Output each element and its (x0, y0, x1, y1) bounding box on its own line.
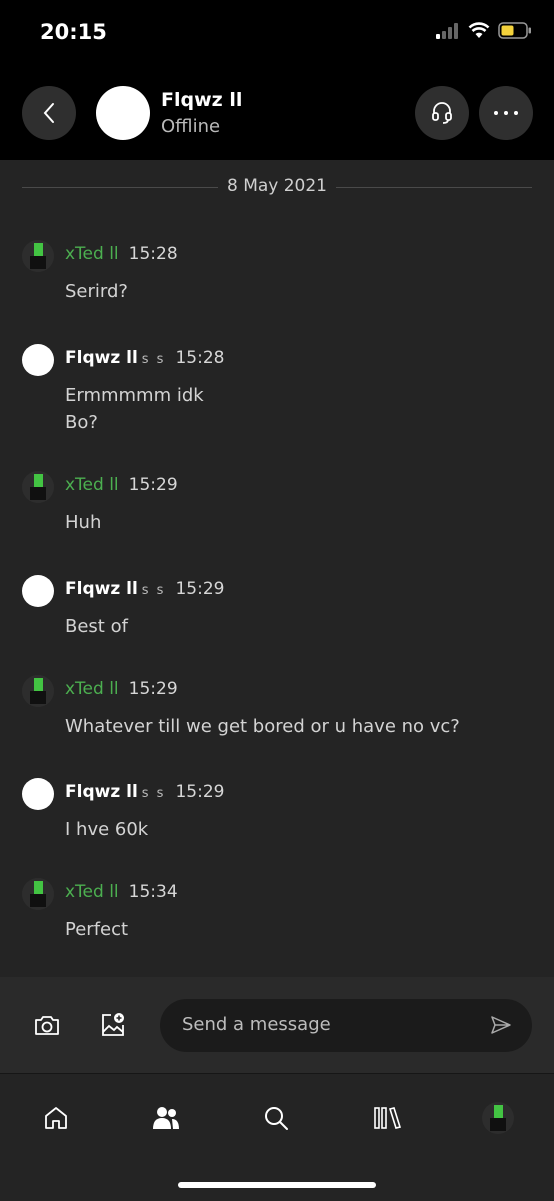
message-time: 15:28 (175, 348, 225, 368)
date-divider-text: 8 May 2021 (226, 176, 328, 196)
send-button[interactable] (490, 1015, 512, 1039)
headset-icon (432, 102, 452, 124)
status-icons (436, 22, 532, 39)
contact-status: Offline (161, 116, 221, 137)
sender-name[interactable]: xTed ll (65, 244, 119, 264)
message-item: xTed ll 15:29 Whatever till we get bored… (22, 675, 532, 745)
sender-suffix: s s (141, 583, 166, 598)
message-input[interactable]: Send a message (160, 999, 532, 1052)
nav-profile[interactable] (476, 1096, 520, 1140)
xted-avatar[interactable] (22, 675, 54, 707)
message-input-placeholder: Send a message (182, 1014, 331, 1035)
signal-icon (436, 22, 458, 39)
message-text: Ermmmmm idk (65, 385, 204, 406)
message-text: Whatever till we get bored or u have no … (65, 716, 460, 737)
message-time: 15:29 (175, 782, 225, 802)
add-image-button[interactable] (99, 1011, 127, 1043)
message-time: 15:29 (128, 475, 178, 495)
message-item: Flqwz ll s s 15:29 I hve 60k (22, 778, 532, 848)
nav-home[interactable] (34, 1096, 78, 1140)
message-composer: Send a message (0, 977, 554, 1073)
chevron-left-icon (43, 103, 54, 123)
camera-button[interactable] (34, 1013, 60, 1041)
xted-avatar[interactable] (22, 878, 54, 910)
profile-avatar (482, 1102, 514, 1134)
message-item: xTed ll 15:34 Perfect (22, 878, 532, 948)
more-horizontal-icon (494, 111, 518, 115)
sender-name[interactable]: Flqwz ll (65, 782, 138, 802)
contact-name[interactable]: Flqwz ll (161, 89, 242, 111)
message-item: xTed ll 15:28 Serird? (22, 240, 532, 310)
message-text: Huh (65, 512, 102, 533)
chat-header (0, 66, 554, 160)
contact-avatar[interactable] (96, 86, 150, 140)
status-bar: 20:15 (0, 0, 554, 66)
send-icon (491, 1016, 511, 1034)
flqwz-avatar[interactable] (22, 344, 54, 376)
search-icon (265, 1107, 288, 1130)
divider-line-right (336, 187, 532, 188)
add-image-icon (102, 1013, 124, 1036)
message-item: Flqwz ll s s 15:28 Ermmmmm idk Bo? (22, 344, 532, 439)
message-time: 15:34 (128, 882, 178, 902)
sender-name[interactable]: xTed ll (65, 882, 119, 902)
party-chat-button[interactable] (415, 86, 469, 140)
status-time: 20:15 (40, 20, 107, 44)
date-divider: 8 May 2021 (22, 174, 532, 200)
nav-search[interactable] (254, 1096, 298, 1140)
message-item: xTed ll 15:29 Huh (22, 471, 532, 541)
wifi-icon (468, 22, 490, 38)
message-text: Best of (65, 616, 128, 637)
friends-icon (153, 1107, 179, 1129)
message-text: Perfect (65, 919, 129, 940)
camera-icon (35, 1016, 59, 1035)
library-icon (374, 1107, 402, 1129)
sender-name[interactable]: xTed ll (65, 679, 119, 699)
message-time: 15:28 (128, 244, 178, 264)
message-text: Serird? (65, 281, 128, 302)
nav-friends[interactable] (144, 1096, 188, 1140)
sender-name[interactable]: xTed ll (65, 475, 119, 495)
flqwz-avatar[interactable] (22, 778, 54, 810)
flqwz-avatar[interactable] (22, 575, 54, 607)
message-time: 15:29 (128, 679, 178, 699)
nav-library[interactable] (366, 1096, 410, 1140)
sender-name[interactable]: Flqwz ll (65, 348, 138, 368)
back-button[interactable] (22, 86, 76, 140)
message-text: I hve 60k (65, 819, 149, 840)
sender-name[interactable]: Flqwz ll (65, 579, 138, 599)
home-indicator[interactable] (178, 1182, 376, 1188)
xted-avatar[interactable] (22, 471, 54, 503)
message-item: Flqwz ll s s 15:29 Best of (22, 575, 532, 645)
sender-suffix: s s (141, 352, 166, 367)
home-icon (45, 1107, 67, 1129)
more-options-button[interactable] (479, 86, 533, 140)
xted-avatar[interactable] (22, 240, 54, 272)
sender-suffix: s s (141, 786, 166, 801)
battery-icon (498, 22, 531, 39)
message-text: Bo? (65, 412, 98, 433)
message-time: 15:29 (175, 579, 225, 599)
